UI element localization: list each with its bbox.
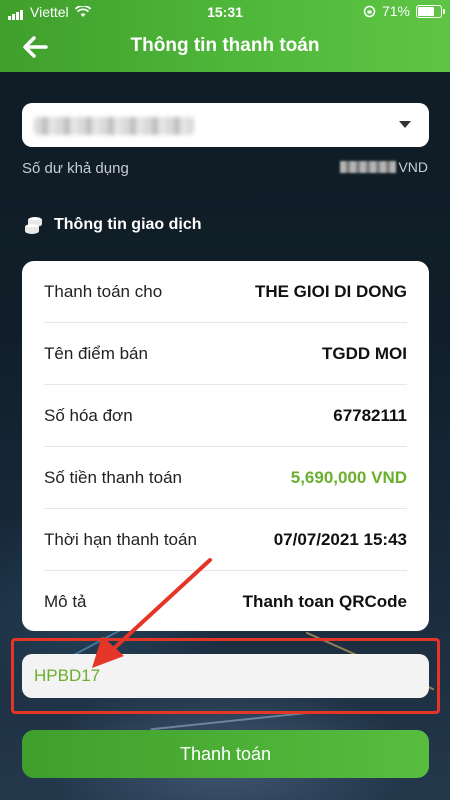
detail-label: Thanh toán cho — [44, 281, 163, 301]
detail-row-deadline: Thời hạn thanh toán 07/07/2021 15:43 — [44, 509, 407, 570]
orientation-lock-icon — [363, 5, 376, 17]
account-selector[interactable] — [22, 103, 429, 147]
detail-row-description: Mô tả Thanh toan QRCode — [44, 571, 407, 632]
promo-code-input[interactable] — [22, 654, 429, 698]
detail-value: THE GIOI DI DONG — [254, 281, 407, 301]
detail-label: Tên điểm bán — [44, 343, 148, 363]
detail-label: Mô tả — [44, 591, 87, 611]
chevron-down-icon — [399, 121, 411, 128]
battery-percent: 71% — [381, 3, 410, 19]
balance-value: VND — [340, 159, 428, 175]
transaction-details-card: Thanh toán cho THE GIOI DI DONG Tên điểm… — [22, 261, 429, 631]
status-right: 71% — [363, 3, 445, 19]
balance-currency: VND — [398, 159, 428, 175]
detail-value: TGDD MOI — [322, 343, 407, 363]
section-header: Thông tin giao dịch — [24, 215, 202, 235]
detail-label: Số tiền thanh toán — [44, 467, 183, 487]
account-number-masked — [34, 117, 194, 135]
detail-label: Thời hạn thanh toán — [44, 529, 197, 549]
amount-value: 5,690,000 VND — [290, 467, 407, 487]
detail-row-merchant: Thanh toán cho THE GIOI DI DONG — [44, 261, 407, 322]
app-header: Viettel 15:31 71% Thông tin thanh toán — [0, 0, 450, 72]
section-title: Thông tin giao dịch — [54, 216, 202, 233]
detail-value: 07/07/2021 15:43 — [273, 529, 407, 549]
coins-icon — [25, 217, 42, 234]
balance-label: Số dư khả dụng — [22, 160, 129, 177]
status-bar: Viettel 15:31 71% — [0, 0, 450, 24]
detail-row-store: Tên điểm bán TGDD MOI — [44, 323, 407, 384]
light-streak — [150, 711, 310, 731]
detail-row-amount: Số tiền thanh toán 5,690,000 VND — [44, 447, 407, 508]
balance-amount-masked — [340, 161, 397, 173]
page-title: Thông tin thanh toán — [130, 35, 320, 56]
battery-icon — [416, 4, 445, 18]
detail-value: 67782111 — [333, 405, 407, 425]
detail-value: Thanh toan QRCode — [242, 591, 407, 611]
pay-button[interactable]: Thanh toán — [22, 730, 429, 778]
detail-label: Số hóa đơn — [44, 405, 133, 425]
detail-row-invoice: Số hóa đơn 67782111 — [44, 385, 407, 446]
